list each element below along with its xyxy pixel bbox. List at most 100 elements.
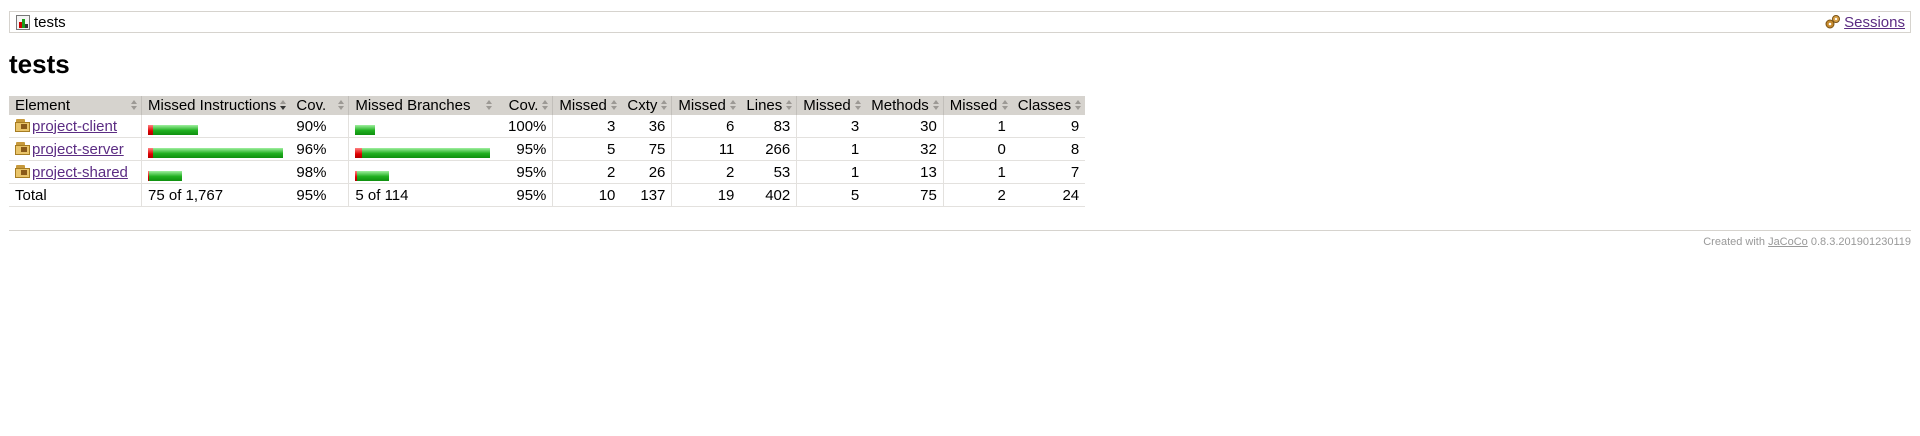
methods-missed: 3 [796, 115, 866, 138]
methods-missed: 1 [796, 160, 866, 184]
branches-coverage-bar [355, 122, 376, 135]
covered-bar [149, 170, 182, 181]
classes: 7 [1011, 160, 1086, 184]
coverage-table: Element Missed Instructions Cov. Missed … [9, 96, 1086, 207]
branch-bar-cell [348, 160, 497, 184]
lines: 266 [740, 137, 797, 161]
methods-missed: 1 [796, 137, 866, 161]
element-link[interactable]: project-shared [32, 164, 128, 181]
branch-cov: 100% [496, 115, 553, 138]
cxty-missed: 2 [552, 160, 622, 184]
lines-missed: 6 [671, 115, 741, 138]
footer: Created with JaCoCo 0.8.3.201901230119 [9, 230, 1911, 248]
branch-cov: 95% [496, 137, 553, 161]
table-row: project-client 90% 100% 3 36 6 83 3 30 1 9 [9, 115, 1086, 138]
total-label: Total [9, 183, 142, 207]
package-folder-icon [15, 118, 31, 132]
sort-icon [131, 99, 138, 112]
instructions-coverage-bar [148, 168, 182, 181]
element-cell: project-client [9, 115, 142, 138]
total-instructions: 75 of 1,767 [141, 183, 291, 207]
instr-cov: 98% [290, 160, 349, 184]
sessions-link[interactable]: Sessions [1844, 14, 1905, 31]
sort-icon [486, 99, 493, 112]
header-missed-methods[interactable]: Missed [796, 96, 866, 115]
header-cxty[interactable]: Cxty [621, 96, 672, 115]
jacoco-link[interactable]: JaCoCo [1768, 236, 1808, 248]
instr-bar-cell [141, 160, 291, 184]
total-lines-missed: 19 [671, 183, 741, 207]
sort-icon [932, 99, 940, 112]
total-lines: 402 [740, 183, 797, 207]
total-cxty: 137 [621, 183, 672, 207]
cxty-missed: 5 [552, 137, 622, 161]
branch-bar-cell [348, 137, 497, 161]
cxty-missed: 3 [552, 115, 622, 138]
total-instr-cov: 95% [290, 183, 349, 207]
total-branch-cov: 95% [496, 183, 553, 207]
sort-icon [338, 99, 345, 112]
total-branches: 5 of 114 [348, 183, 497, 207]
sort-icon [661, 99, 668, 112]
methods: 30 [865, 115, 944, 138]
cxty: 26 [621, 160, 672, 184]
sort-icon [786, 99, 793, 112]
lines: 53 [740, 160, 797, 184]
classes-missed: 1 [942, 115, 1012, 138]
report-icon [15, 14, 31, 30]
sort-icon [611, 99, 618, 112]
page-title: tests [9, 49, 70, 79]
footer-version: 0.8.3.201901230119 [1810, 236, 1911, 248]
lines-missed: 11 [671, 137, 741, 161]
table-row: project-server 96% 95% 5 75 11 266 1 32 0 8 [9, 137, 1086, 161]
instr-cov: 96% [290, 137, 349, 161]
element-cell: project-shared [9, 160, 142, 184]
header-missed-instructions[interactable]: Missed Instructions [141, 96, 291, 115]
lines-missed: 2 [671, 160, 741, 184]
instructions-coverage-bar [148, 145, 283, 158]
covered-bar [362, 147, 491, 158]
covered-bar [153, 147, 283, 158]
cxty: 75 [621, 137, 672, 161]
sort-desc-icon [280, 99, 287, 112]
table-row: project-shared 98% 95% 2 26 2 53 1 13 1 7 [9, 160, 1086, 184]
header-element[interactable]: Element [9, 96, 142, 115]
header-lines[interactable]: Lines [740, 96, 797, 115]
header-missed-lines[interactable]: Missed [671, 96, 741, 115]
sessions-icon[interactable] [1825, 14, 1841, 30]
breadcrumb-current: tests [34, 13, 66, 31]
sort-icon [542, 99, 549, 112]
classes: 9 [1011, 115, 1086, 138]
sort-icon [1075, 99, 1082, 112]
cxty: 36 [621, 115, 672, 138]
instr-bar-cell [141, 137, 291, 161]
breadcrumb: tests Sessions [9, 11, 1911, 33]
element-link[interactable]: project-server [32, 141, 124, 158]
branch-bar-cell [348, 115, 497, 138]
instructions-coverage-bar [148, 122, 198, 135]
covered-bar [357, 170, 390, 181]
element-link[interactable]: project-client [32, 118, 117, 135]
header-instr-cov[interactable]: Cov. [290, 96, 349, 115]
total-cxty-missed: 10 [552, 183, 622, 207]
branches-coverage-bar [355, 145, 491, 158]
sort-icon [730, 99, 737, 112]
header-row: Element Missed Instructions Cov. Missed … [9, 96, 1086, 115]
covered-bar [355, 124, 376, 135]
package-folder-icon [15, 141, 31, 155]
page: tests Sessions tests Element Missed Inst… [0, 0, 1920, 248]
header-missed-cxty[interactable]: Missed [552, 96, 622, 115]
classes: 8 [1011, 137, 1086, 161]
package-folder-icon [15, 164, 31, 178]
branch-cov: 95% [496, 160, 553, 184]
header-methods[interactable]: Methods [865, 96, 944, 115]
header-missed-branches[interactable]: Missed Branches [348, 96, 497, 115]
sort-icon [1001, 99, 1009, 112]
classes-missed: 0 [942, 137, 1012, 161]
methods: 32 [865, 137, 944, 161]
methods: 13 [865, 160, 944, 184]
header-missed-classes[interactable]: Missed [942, 96, 1012, 115]
header-branch-cov[interactable]: Cov. [496, 96, 553, 115]
instr-bar-cell [141, 115, 291, 138]
header-classes[interactable]: Classes [1011, 96, 1086, 115]
